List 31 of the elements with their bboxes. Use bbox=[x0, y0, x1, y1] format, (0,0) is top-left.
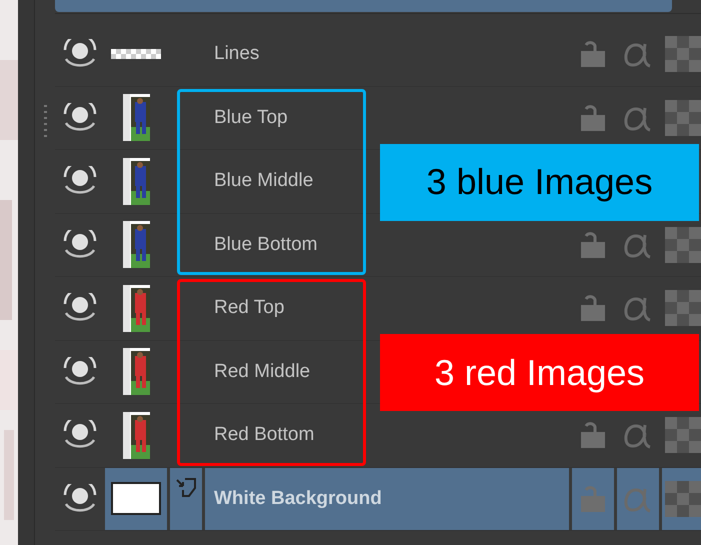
lock-icon[interactable] bbox=[581, 232, 605, 258]
inherit-alpha-icon[interactable] bbox=[665, 290, 701, 326]
lock-icon[interactable] bbox=[581, 41, 605, 68]
layer-thumbnail bbox=[111, 49, 161, 60]
inherit-alpha-icon[interactable] bbox=[665, 417, 701, 454]
inherit-alpha-icon[interactable] bbox=[665, 100, 701, 136]
lock-icon[interactable] bbox=[581, 295, 605, 322]
layer-name[interactable]: Red Bottom bbox=[214, 421, 314, 450]
lock-icon[interactable] bbox=[581, 422, 605, 448]
lock-icon[interactable] bbox=[581, 104, 605, 131]
callout-label: 3 blue Images bbox=[380, 144, 699, 221]
eye-icon[interactable] bbox=[62, 293, 98, 324]
eye-icon[interactable] bbox=[62, 356, 98, 387]
layer-name[interactable]: Blue Bottom bbox=[214, 230, 318, 259]
layer-name[interactable]: Red Middle bbox=[214, 358, 310, 386]
inherit-alpha-icon[interactable] bbox=[665, 480, 701, 517]
layer-thumbnail bbox=[111, 482, 161, 516]
eye-icon[interactable] bbox=[62, 166, 98, 196]
eye-icon[interactable] bbox=[62, 39, 98, 70]
layer-type-icon bbox=[175, 478, 197, 498]
inherit-alpha-icon[interactable] bbox=[665, 226, 701, 263]
eye-icon[interactable] bbox=[62, 230, 98, 260]
layer-name[interactable]: Blue Middle bbox=[214, 167, 314, 196]
callout-label: 3 red Images bbox=[380, 334, 699, 412]
inherit-alpha-icon[interactable] bbox=[665, 36, 701, 72]
layer-name[interactable]: Red Top bbox=[214, 294, 284, 322]
layer-name[interactable]: Blue Top bbox=[214, 104, 288, 132]
layer-name[interactable]: Lines bbox=[214, 40, 260, 68]
eye-icon[interactable] bbox=[62, 420, 98, 450]
eye-icon[interactable] bbox=[62, 484, 98, 514]
eye-icon[interactable] bbox=[62, 102, 98, 133]
